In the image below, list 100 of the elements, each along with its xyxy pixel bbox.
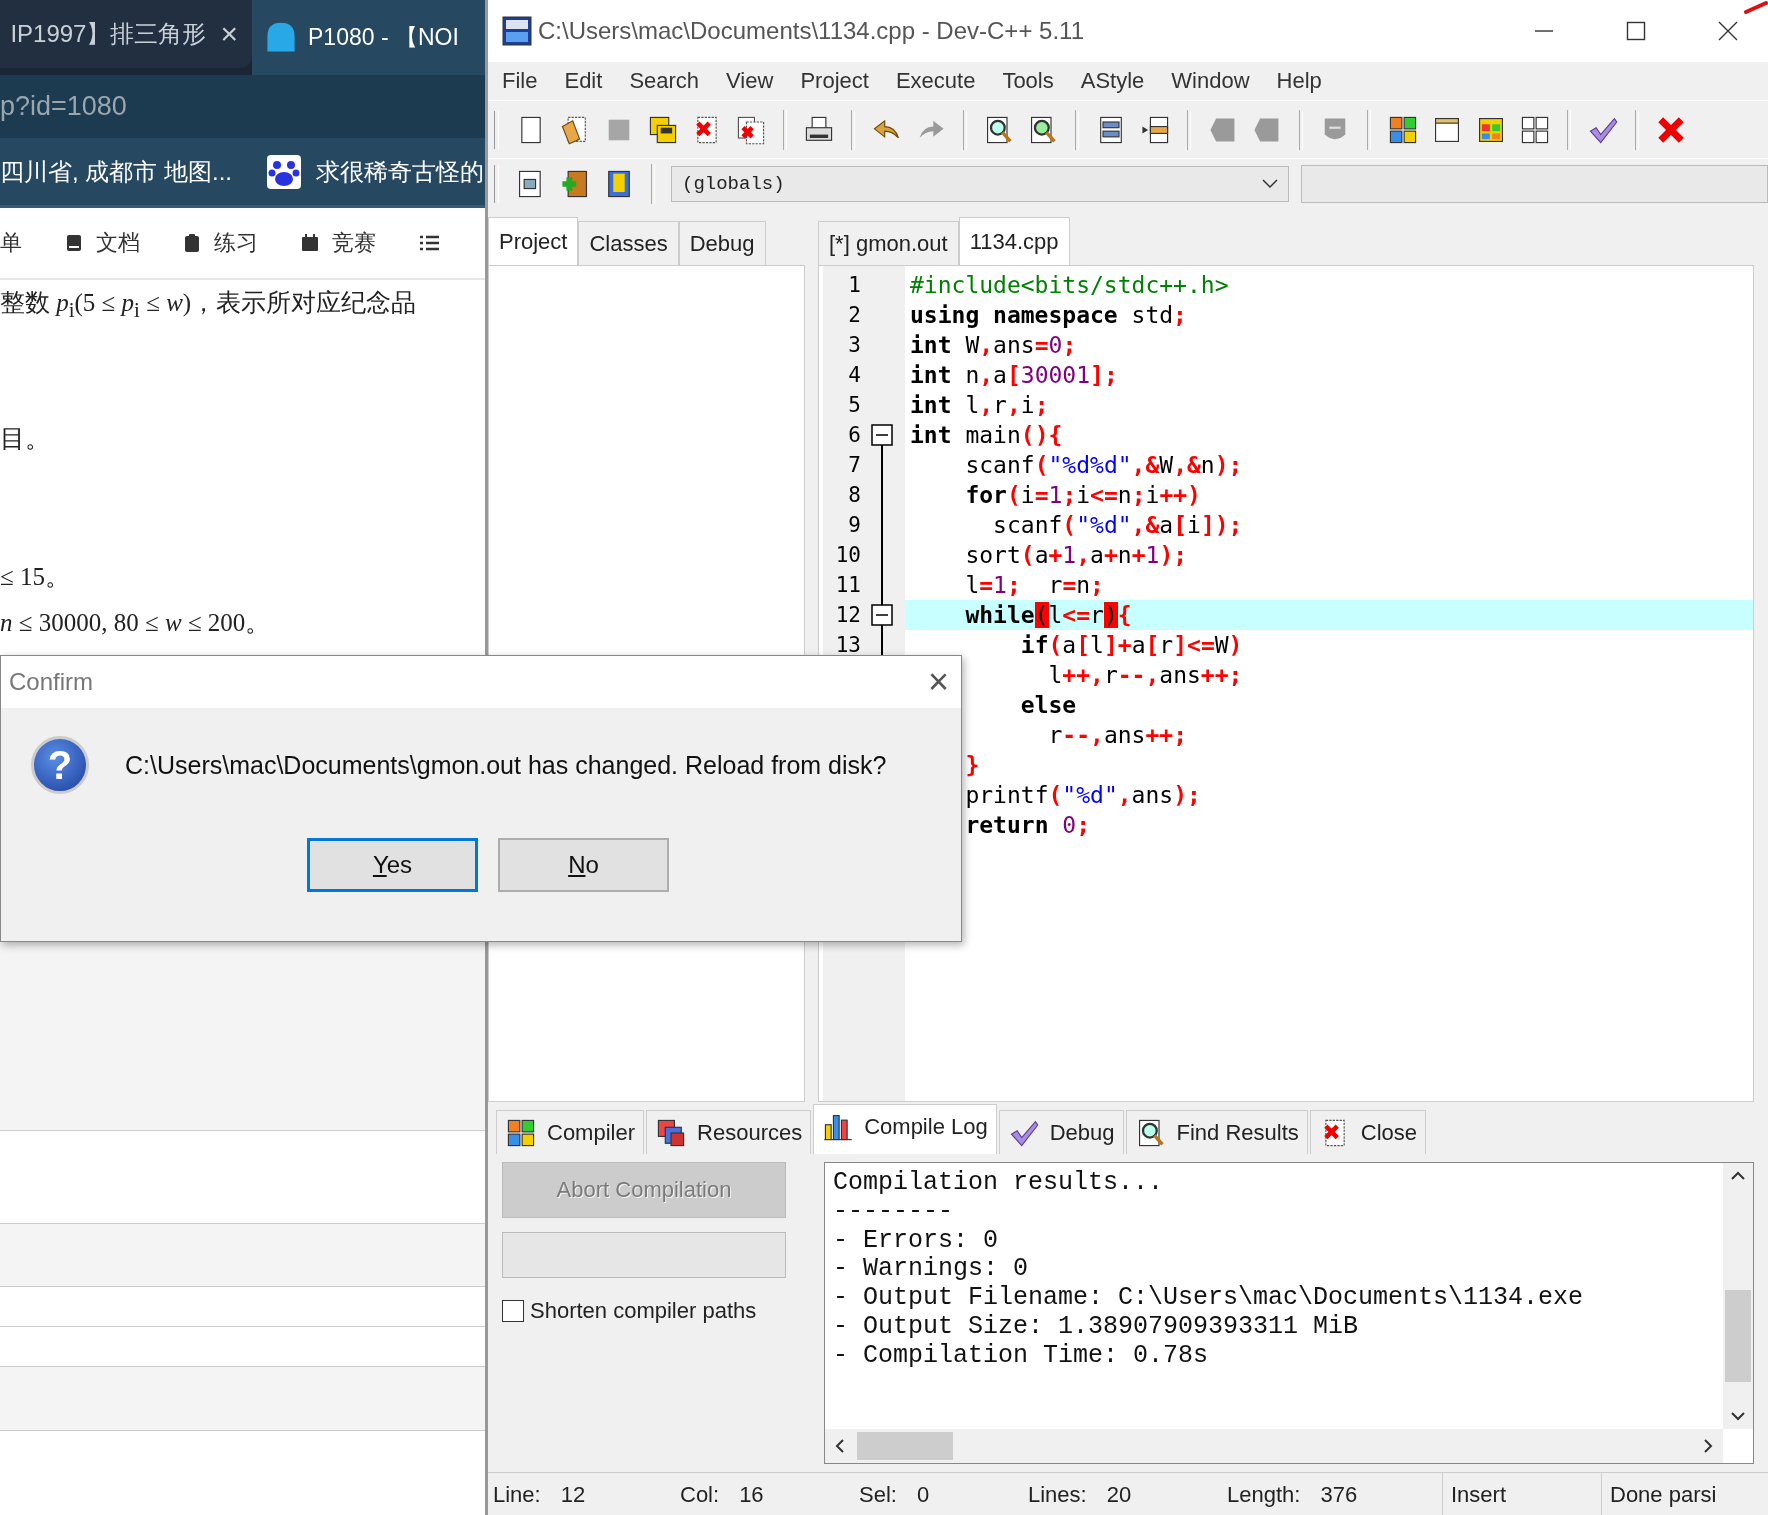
status-label: Col: <box>680 1482 720 1508</box>
clipboard-icon <box>182 233 202 253</box>
scroll-thumb[interactable] <box>857 1432 953 1460</box>
close-button[interactable]: × <box>927 661 949 703</box>
nav-link[interactable]: 竞赛 <box>332 228 376 258</box>
status-value: 376 <box>1320 1482 1358 1508</box>
address-bar[interactable]: p?id=1080 <box>0 75 485 138</box>
status-value: 12 <box>560 1482 586 1508</box>
menu-item[interactable]: Edit <box>564 68 603 94</box>
tab-title: P1080 - 【NOI <box>308 23 459 52</box>
scroll-left-icon[interactable] <box>835 1438 845 1454</box>
menu-item[interactable]: Tools <box>1002 68 1054 94</box>
log-line: - Errors: 0 <box>833 1226 999 1256</box>
browser-tab[interactable]: IP1997】排三角形 × <box>0 0 252 68</box>
dialog-button[interactable]: Yes <box>307 838 478 892</box>
url-text: p?id=1080 <box>0 91 127 122</box>
code-line: int n,a[30001]; <box>910 361 1118 390</box>
output-tab[interactable]: Find Results <box>1125 1110 1308 1154</box>
line-number: 5 <box>848 393 861 417</box>
bookmark-link[interactable]: 求很稀奇古怪的 <box>316 155 484 188</box>
calendar-icon <box>300 233 320 253</box>
collapse-icon[interactable] <box>871 424 893 446</box>
code-line: else <box>1020 691 1077 720</box>
dialog-message: C:\Users\mac\Documents\gmon.out has changed. Reload from disk? <box>125 750 887 780</box>
code-line: l=1; r=n; <box>965 571 1104 600</box>
panel-tab[interactable]: Debug <box>678 221 766 265</box>
line-number: 7 <box>848 453 861 477</box>
code-line: scanf("%d",&a[i]); <box>993 511 1243 540</box>
site-icon <box>264 20 298 55</box>
status-label: Line: <box>493 1482 541 1508</box>
book-icon <box>64 233 84 253</box>
line-number: 10 <box>835 543 861 567</box>
code-line: int W,ans=0; <box>910 331 1077 360</box>
code-line: sort(a+1,a+n+1); <box>965 541 1188 570</box>
line-number: 2 <box>848 303 861 327</box>
maximize-icon[interactable] <box>1626 21 1646 41</box>
log-line: - Output Filename: C:\Users\mac\Documents\1134.exe <box>833 1284 1584 1313</box>
line-number: 3 <box>848 333 861 357</box>
close-button[interactable]: × <box>220 17 238 51</box>
ink-stroke <box>1744 0 1768 14</box>
status-value: 0 <box>916 1482 930 1508</box>
code-line: if(a[l]+a[r]<=W) <box>1020 631 1243 660</box>
log-line: - Warnings: 0 <box>833 1255 1029 1285</box>
line-number: 6 <box>848 423 861 447</box>
dialog-button[interactable]: No <box>498 838 669 892</box>
menu-item[interactable]: Window <box>1171 68 1250 94</box>
line-number: 9 <box>848 513 861 537</box>
status-label: Lines: <box>1028 1482 1087 1508</box>
status-value: 20 <box>1106 1482 1132 1508</box>
status-value: 16 <box>739 1482 764 1508</box>
checkbox[interactable] <box>502 1300 524 1322</box>
output-tab[interactable]: Compiler <box>496 1110 645 1154</box>
browser-tab[interactable]: P1080 - 【NOI <box>252 0 485 75</box>
scroll-up-icon[interactable] <box>1730 1171 1746 1181</box>
checkbox-label[interactable]: Shorten compiler paths <box>530 1298 757 1324</box>
problem-text: 整数 p$_{i}$(5 ≤ p$_{i}$ ≤ w)，表示所对应纪念品 <box>0 288 417 323</box>
file-tab[interactable]: 1134.cpp <box>958 217 1070 265</box>
list-icon[interactable] <box>418 233 440 253</box>
bookmark-link[interactable]: 四川省, 成都市 地图... <box>0 155 232 188</box>
close-icon[interactable] <box>1718 21 1738 41</box>
scroll-down-icon[interactable] <box>1730 1411 1746 1421</box>
nav-link[interactable]: 练习 <box>214 228 258 258</box>
menu-item[interactable]: Execute <box>895 68 976 94</box>
scroll-thumb[interactable] <box>1725 1290 1751 1382</box>
menu-item[interactable]: AStyle <box>1080 68 1145 94</box>
collapse-icon[interactable] <box>871 604 893 626</box>
class-dropdown[interactable]: (globals) <box>671 166 1289 202</box>
panel-tab[interactable]: Classes <box>578 221 679 265</box>
output-tab[interactable]: Resources <box>646 1110 812 1154</box>
nav-link[interactable]: 单 <box>0 228 22 258</box>
panel-tab[interactable]: Project <box>488 217 579 265</box>
status-label: Length: <box>1227 1482 1301 1508</box>
code-line: r--,ans++; <box>1048 721 1187 750</box>
menu-item[interactable]: View <box>726 68 774 94</box>
line-number: 4 <box>848 363 861 387</box>
horizontal-scrollbar[interactable] <box>825 1429 1723 1463</box>
code-line: return 0; <box>965 811 1091 840</box>
status-label: Sel: <box>859 1482 897 1508</box>
output-tab[interactable]: Debug <box>998 1110 1124 1154</box>
file-tab[interactable]: [*] gmon.out <box>818 221 959 265</box>
code-line: #include<bits/stdc++.h> <box>910 271 1229 300</box>
output-tab[interactable]: Compile Log <box>813 1104 997 1154</box>
scroll-right-icon[interactable] <box>1703 1438 1713 1454</box>
problem-text: ≤ 15。 <box>0 562 70 592</box>
nav-link[interactable]: 文档 <box>96 228 140 258</box>
menu-item[interactable]: Help <box>1276 68 1322 94</box>
dropdown-value: (globals) <box>682 173 785 195</box>
window-title: C:\Users\mac\Documents\1134.cpp - Dev-C++ 5.11 <box>538 17 1084 45</box>
chevron-icon <box>1262 179 1278 189</box>
code-line: l++,r--,ans++; <box>1048 661 1243 690</box>
vertical-scrollbar[interactable] <box>1723 1163 1753 1429</box>
menu-item[interactable]: Project <box>800 68 869 94</box>
code-editor[interactable] <box>818 265 1754 1102</box>
log-line: - Compilation Time: 0.78s <box>833 1341 1209 1371</box>
problem-text: 目。 <box>0 424 50 454</box>
output-tab[interactable]: Close <box>1309 1110 1427 1154</box>
tab-title: IP1997】排三角形 <box>10 19 207 49</box>
app-icon <box>502 16 532 46</box>
menu-item[interactable]: Search <box>629 68 700 94</box>
menu-item[interactable]: File <box>502 68 538 94</box>
